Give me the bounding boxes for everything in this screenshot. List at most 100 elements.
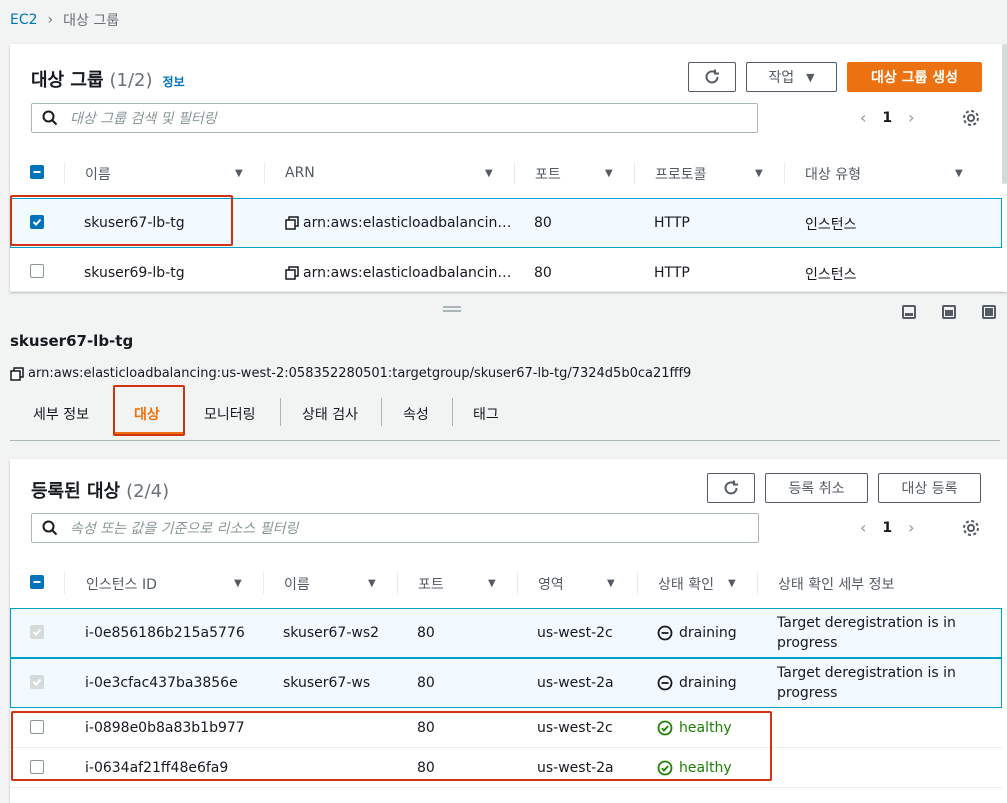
chevron-left-icon[interactable]: ‹ (860, 518, 866, 537)
select-all-checkbox[interactable] (30, 575, 44, 589)
search-placeholder: 속성 또는 값을 기준으로 리소스 필터링 (70, 521, 299, 537)
port-value: 80 (534, 215, 552, 231)
breadcrumb-ec2-link[interactable]: EC2 (10, 12, 38, 28)
target-group-name-link[interactable]: skuser69-lb-tg (84, 265, 185, 281)
settings-gear-icon[interactable] (962, 519, 980, 537)
tab-targets[interactable]: 대상 (134, 404, 160, 424)
page-number[interactable]: 1 (882, 520, 892, 536)
chevron-right-icon: › (47, 12, 54, 28)
column-header-arn[interactable]: ARN (285, 165, 315, 181)
pagination: ‹ 1 › (860, 518, 915, 537)
row-checkbox (30, 675, 44, 689)
port-value: 80 (417, 760, 435, 776)
settings-gear-icon[interactable] (962, 109, 980, 127)
sort-caret-icon[interactable]: ▼ (755, 168, 763, 179)
instance-id-link[interactable]: i-0e856186b215a5776 (85, 625, 245, 641)
actions-label: 작업 (768, 70, 795, 86)
refresh-button[interactable] (688, 62, 736, 92)
check-circle-icon (657, 720, 673, 736)
search-icon (42, 110, 58, 126)
column-header-instance-id[interactable]: 인스턴스 ID (86, 574, 157, 594)
health-details-line1: Target deregistration is in (777, 665, 956, 681)
copy-icon[interactable] (10, 366, 24, 381)
zone-value: us-west-2a (537, 760, 614, 776)
sort-caret-icon[interactable]: ▼ (955, 168, 963, 179)
sort-caret-icon[interactable]: ▼ (605, 168, 613, 179)
draining-icon (657, 675, 673, 691)
column-header-zone[interactable]: 영역 (538, 574, 564, 594)
port-value: 80 (417, 625, 435, 641)
tab-tags[interactable]: 태그 (473, 404, 499, 424)
actions-button[interactable]: 작업 ▼ (746, 62, 837, 92)
target-group-name-link[interactable]: skuser67-lb-tg (84, 215, 185, 231)
protocol-value: HTTP (654, 265, 690, 281)
tab-attributes[interactable]: 속성 (403, 404, 429, 424)
search-placeholder: 대상 그룹 검색 및 필터링 (70, 111, 217, 127)
health-status: healthy (657, 720, 732, 736)
column-header-protocol[interactable]: 프로토콜 (655, 164, 707, 184)
copy-icon[interactable] (285, 216, 299, 230)
panel-bottom-layout-icon[interactable] (902, 305, 916, 319)
detail-title: skuser67-lb-tg (10, 332, 134, 350)
column-header-name[interactable]: 이름 (85, 164, 111, 184)
panel-split-layout-icon[interactable] (942, 305, 956, 319)
chevron-left-icon[interactable]: ‹ (860, 108, 866, 127)
health-details-line1: Target deregistration is in (777, 615, 956, 631)
selection-count: (2/4) (126, 481, 170, 502)
instance-id-link[interactable]: i-0e3cfac437ba3856e (85, 675, 238, 691)
health-status: healthy (657, 760, 732, 776)
section-title: 등록된 대상 (31, 481, 121, 502)
create-target-group-button[interactable]: 대상 그룹 생성 (847, 62, 982, 92)
zone-value: us-west-2c (537, 720, 613, 736)
tab-monitoring[interactable]: 모니터링 (204, 404, 256, 424)
info-link[interactable]: 정보 (163, 73, 185, 90)
row-checkbox[interactable] (30, 760, 44, 774)
sort-caret-icon[interactable]: ▼ (728, 578, 736, 589)
sort-caret-icon[interactable]: ▼ (368, 578, 376, 589)
column-header-name[interactable]: 이름 (284, 574, 310, 594)
column-header-health-details[interactable]: 상태 확인 세부 정보 (778, 574, 894, 594)
column-header-target-type[interactable]: 대상 유형 (805, 164, 861, 184)
targets-search-input[interactable]: 속성 또는 값을 기준으로 리소스 필터링 (31, 513, 759, 543)
chevron-right-icon[interactable]: › (908, 518, 914, 537)
select-all-checkbox[interactable] (30, 165, 44, 179)
column-header-health-status[interactable]: 상태 확인 (658, 574, 714, 594)
target-group-search-input[interactable]: 대상 그룹 검색 및 필터링 (31, 103, 758, 133)
port-value: 80 (534, 265, 552, 281)
health-details-line2: progress (777, 635, 838, 651)
instance-id-link[interactable]: i-0898e0b8a83b1b977 (85, 720, 245, 736)
zone-value: us-west-2c (537, 625, 613, 641)
breadcrumb-current: 대상 그룹 (63, 13, 120, 29)
page-number[interactable]: 1 (882, 110, 892, 126)
sort-caret-icon[interactable]: ▼ (607, 578, 615, 589)
check-circle-icon (657, 760, 673, 776)
target-groups-heading: 대상 그룹 (1/2) 정보 (31, 66, 185, 92)
sort-caret-icon[interactable]: ▼ (235, 168, 243, 179)
row-checkbox[interactable] (30, 264, 44, 278)
chevron-right-icon[interactable]: › (908, 108, 914, 127)
row-checkbox[interactable] (30, 215, 44, 229)
tab-health-checks[interactable]: 상태 검사 (302, 404, 358, 424)
sort-caret-icon[interactable]: ▼ (234, 578, 242, 589)
deregister-button[interactable]: 등록 취소 (765, 473, 868, 503)
row-checkbox[interactable] (30, 720, 44, 734)
refresh-button[interactable] (707, 473, 755, 503)
vertical-scrollbar[interactable] (1002, 44, 1007, 184)
port-value: 80 (417, 675, 435, 691)
split-panel-resize-handle[interactable] (443, 306, 461, 312)
page-title: 대상 그룹 (31, 70, 104, 91)
tabs-divider (10, 440, 1000, 441)
sort-caret-icon[interactable]: ▼ (488, 578, 496, 589)
health-status-label: healthy (679, 720, 732, 736)
register-targets-button[interactable]: 대상 등록 (878, 473, 981, 503)
panel-full-layout-icon[interactable] (982, 305, 996, 319)
health-status: draining (657, 675, 737, 691)
column-header-port[interactable]: 포트 (535, 164, 561, 184)
sort-caret-icon[interactable]: ▼ (485, 168, 493, 179)
health-status: draining (657, 625, 737, 641)
copy-icon[interactable] (285, 266, 299, 280)
instance-id-link[interactable]: i-0634af21ff48e6fa9 (85, 760, 228, 776)
detail-arn: arn:aws:elasticloadbalancing:us-west-2:0… (10, 366, 691, 381)
column-header-port[interactable]: 포트 (418, 574, 444, 594)
tab-details[interactable]: 세부 정보 (33, 404, 89, 424)
